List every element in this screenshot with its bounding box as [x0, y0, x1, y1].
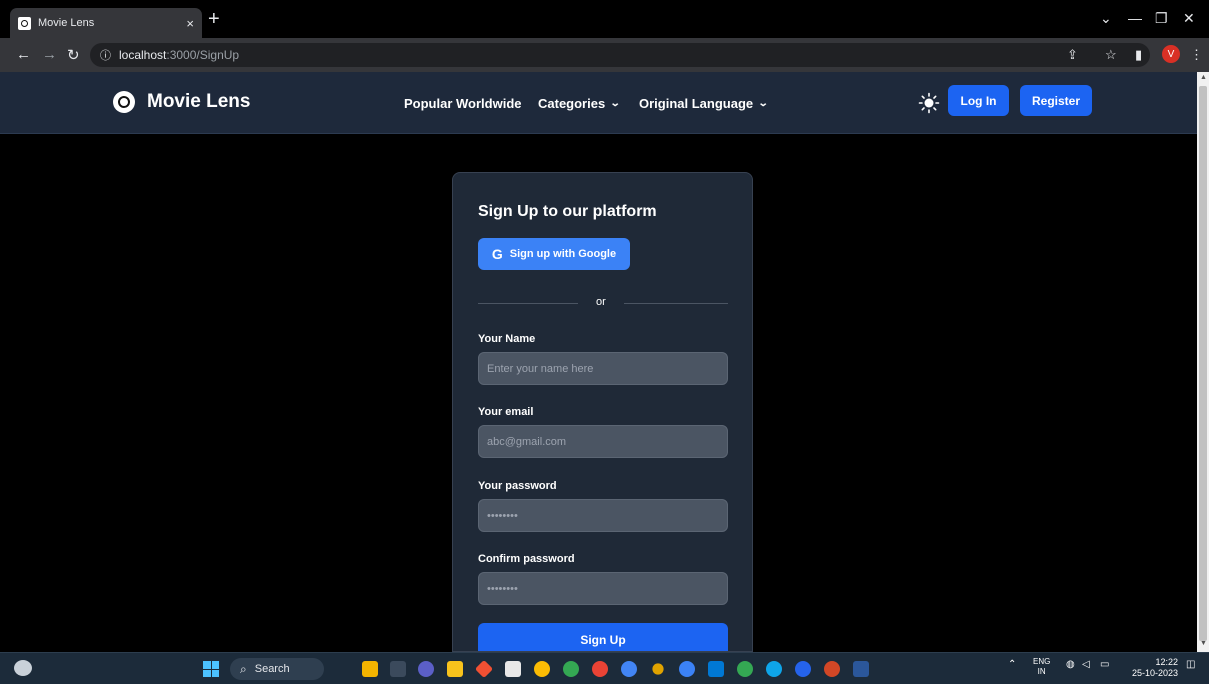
- notifications-icon[interactable]: ◫: [1186, 659, 1195, 670]
- battery-icon[interactable]: ▭: [1100, 659, 1109, 670]
- or-label: or: [596, 296, 606, 308]
- vscode-icon[interactable]: [708, 661, 724, 677]
- edge-icon[interactable]: [766, 661, 782, 677]
- git-app-icon[interactable]: [474, 659, 494, 679]
- close-window-icon[interactable]: ✕: [1183, 10, 1195, 27]
- store-app-icon[interactable]: [505, 661, 521, 677]
- email-input[interactable]: [478, 425, 728, 458]
- scrollbar-thumb[interactable]: [1199, 86, 1207, 641]
- reload-icon[interactable]: ↻: [67, 46, 80, 64]
- browser-menu-icon[interactable]: ⋮: [1190, 47, 1203, 63]
- system-clock[interactable]: 12:22 25-10-2023: [1126, 657, 1178, 679]
- minimize-icon[interactable]: —: [1128, 10, 1142, 26]
- signup-title: Sign Up to our platform: [478, 203, 657, 220]
- browser-tab-strip: Movie Lens × + ⌄ — ❐ ✕: [0, 0, 1209, 38]
- nav-popular-worldwide[interactable]: Popular Worldwide: [404, 96, 522, 111]
- chrome-canary-icon[interactable]: [534, 661, 550, 677]
- windows-taskbar: ⌕ Search ⌃ ENG IN ◍ ◁ ▭ 12:22 25-10-2023…: [0, 652, 1209, 684]
- chrome-icon[interactable]: [563, 661, 579, 677]
- taskbar-search-label: Search: [254, 663, 290, 675]
- firefox-icon[interactable]: [795, 661, 811, 677]
- tab-title: Movie Lens: [38, 17, 95, 29]
- nav-categories[interactable]: Categories ⌄: [538, 96, 621, 111]
- show-hidden-icons-chevron-icon[interactable]: ⌃: [1008, 659, 1016, 670]
- password-input[interactable]: [478, 499, 728, 532]
- region-code: IN: [1037, 667, 1046, 676]
- or-divider: or: [478, 295, 728, 311]
- address-bar[interactable]: ⓘ localhost:3000/SignUp: [90, 43, 1150, 67]
- site-info-icon[interactable]: ⓘ: [100, 47, 111, 63]
- restore-icon[interactable]: ❐: [1155, 10, 1168, 27]
- language-indicator[interactable]: ENG IN: [1033, 657, 1050, 677]
- confirm-password-label: Confirm password: [478, 553, 575, 565]
- nav-original-language-label: Original Language: [639, 96, 754, 111]
- forward-arrow-icon[interactable]: →: [42, 46, 57, 63]
- new-tab-button[interactable]: +: [208, 8, 220, 30]
- scroll-down-arrow-icon[interactable]: ▼: [1200, 640, 1207, 647]
- name-label: Your Name: [478, 333, 536, 345]
- google-signup-label: Sign up with Google: [509, 248, 617, 260]
- teams-chat-icon[interactable]: [418, 661, 434, 677]
- email-label: Your email: [478, 406, 534, 418]
- brand-name: Movie Lens: [147, 91, 251, 112]
- google-signup-button[interactable]: G Sign up with Google: [478, 238, 630, 270]
- nav-categories-label: Categories: [538, 96, 606, 111]
- bookmark-star-icon[interactable]: ☆: [1105, 47, 1117, 63]
- file-explorer-icon[interactable]: [447, 661, 463, 677]
- powerpoint-icon[interactable]: [824, 661, 840, 677]
- scroll-up-arrow-icon[interactable]: ▲: [1200, 74, 1207, 81]
- nav-original-language[interactable]: Original Language ⌄: [639, 96, 769, 111]
- name-input[interactable]: [478, 352, 728, 385]
- chevron-down-icon: ⌄: [609, 98, 621, 109]
- side-panel-icon[interactable]: ▮: [1135, 47, 1142, 63]
- site-navbar: Movie Lens Popular Worldwide Categories …: [0, 72, 1197, 134]
- signup-card: Sign Up to our platform G Sign up with G…: [452, 172, 753, 652]
- close-tab-icon[interactable]: ×: [186, 16, 194, 31]
- chevron-down-icon: ⌄: [757, 98, 769, 109]
- url-path: :3000/SignUp: [166, 48, 240, 62]
- clock-time: 12:22: [1155, 657, 1178, 667]
- volume-icon[interactable]: ◁: [1082, 659, 1090, 670]
- language-code: ENG: [1033, 657, 1051, 666]
- password-label: Your password: [478, 480, 557, 492]
- confirm-password-input[interactable]: [478, 572, 728, 605]
- sun-theme-toggle-icon[interactable]: [918, 92, 940, 114]
- network-icon[interactable]: ◍: [1066, 659, 1075, 670]
- signup-submit-button[interactable]: Sign Up: [478, 623, 728, 651]
- browser-tab[interactable]: Movie Lens ×: [10, 8, 202, 38]
- login-button[interactable]: Log In: [948, 85, 1009, 116]
- share-icon[interactable]: ⇪: [1067, 47, 1078, 63]
- tab-search-chevron-icon[interactable]: ⌄: [1100, 10, 1112, 27]
- google-icon: G: [491, 246, 503, 262]
- clock-date: 25-10-2023: [1131, 668, 1178, 678]
- register-button[interactable]: Register: [1020, 85, 1092, 116]
- brand[interactable]: Movie Lens: [113, 91, 250, 113]
- page-scrollbar[interactable]: ▲ ▼: [1197, 72, 1209, 652]
- loading-app-icon[interactable]: [652, 663, 664, 675]
- search-icon: ⌕: [240, 661, 247, 676]
- url-host: localhost: [119, 48, 167, 62]
- weather-icon[interactable]: [14, 660, 32, 676]
- movie-lens-logo-icon: [113, 91, 135, 113]
- back-arrow-icon[interactable]: ←: [16, 46, 31, 63]
- task-view-icon[interactable]: [390, 661, 406, 677]
- profile-avatar[interactable]: V: [1162, 45, 1180, 63]
- app-icon[interactable]: [679, 661, 695, 677]
- word-icon[interactable]: [853, 661, 869, 677]
- widgets-app-icon[interactable]: [362, 661, 378, 677]
- windows-start-icon[interactable]: [203, 661, 219, 677]
- divider-line-right: [624, 303, 728, 304]
- chrome-beta-icon[interactable]: [621, 661, 637, 677]
- taskbar-search[interactable]: ⌕ Search: [230, 658, 324, 680]
- browser-toolbar: ← → ↻ ⓘ localhost:3000/SignUp ⇪ ☆ ▮ ⋮: [0, 38, 1209, 72]
- chrome-profile-icon[interactable]: [592, 661, 608, 677]
- chrome-dev-icon[interactable]: [737, 661, 753, 677]
- movie-lens-favicon-icon: [18, 16, 31, 30]
- divider-line-left: [478, 303, 578, 304]
